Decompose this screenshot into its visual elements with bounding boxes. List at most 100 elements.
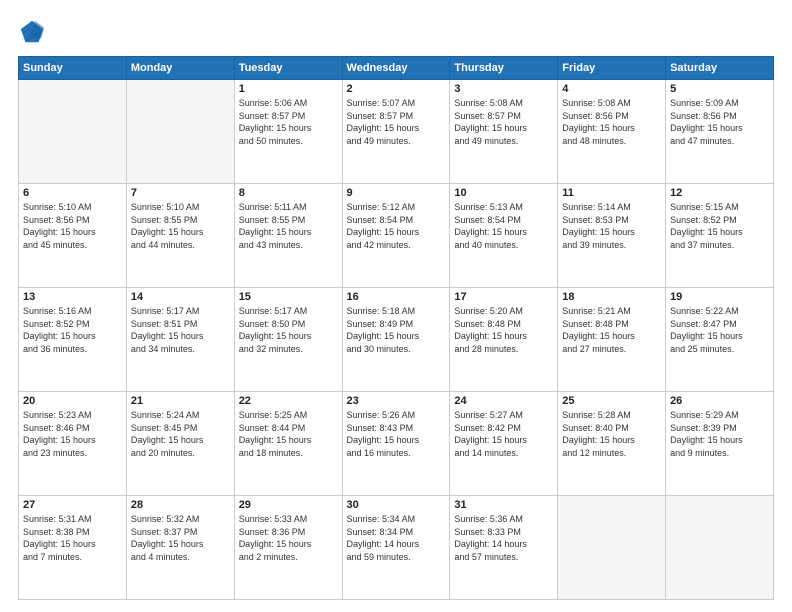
calendar-cell: 7 Sunrise: 5:10 AM Sunset: 8:55 PM Daylig…: [126, 184, 234, 288]
day-number: 24: [454, 395, 553, 407]
calendar-cell: 3 Sunrise: 5:08 AM Sunset: 8:57 PM Daylig…: [450, 80, 558, 184]
calendar-cell: 6Sunrise: 5:10 AM Sunset: 8:56 PM Daylig…: [19, 184, 127, 288]
header: [18, 18, 774, 46]
day-number: 5: [670, 83, 769, 95]
calendar-cell: 22 Sunrise: 5:25 AM Sunset: 8:44 PM Dayli…: [234, 392, 342, 496]
day-number: 20: [23, 395, 122, 407]
day-number: 1: [239, 83, 338, 95]
day-number: 15: [239, 291, 338, 303]
calendar-cell: 29 Sunrise: 5:33 AM Sunset: 8:36 PM Dayli…: [234, 496, 342, 600]
calendar-week-5: 27Sunrise: 5:31 AM Sunset: 8:38 PM Dayli…: [19, 496, 774, 600]
calendar-cell: 27Sunrise: 5:31 AM Sunset: 8:38 PM Dayli…: [19, 496, 127, 600]
day-info: Sunrise: 5:26 AM Sunset: 8:43 PM Dayligh…: [347, 409, 446, 459]
day-info: Sunrise: 5:22 AM Sunset: 8:47 PM Dayligh…: [670, 305, 769, 355]
day-info: Sunrise: 5:10 AM Sunset: 8:56 PM Dayligh…: [23, 201, 122, 251]
calendar-cell: 2 Sunrise: 5:07 AM Sunset: 8:57 PM Daylig…: [342, 80, 450, 184]
day-number: 8: [239, 187, 338, 199]
day-number: 22: [239, 395, 338, 407]
day-number: 29: [239, 499, 338, 511]
calendar-cell: 30 Sunrise: 5:34 AM Sunset: 8:34 PM Dayli…: [342, 496, 450, 600]
calendar-cell: 4 Sunrise: 5:08 AM Sunset: 8:56 PM Daylig…: [558, 80, 666, 184]
calendar-cell: 15 Sunrise: 5:17 AM Sunset: 8:50 PM Dayli…: [234, 288, 342, 392]
day-number: 7: [131, 187, 230, 199]
calendar-cell: [126, 80, 234, 184]
day-info: Sunrise: 5:08 AM Sunset: 8:56 PM Dayligh…: [562, 97, 661, 147]
day-number: 3: [454, 83, 553, 95]
day-info: Sunrise: 5:23 AM Sunset: 8:46 PM Dayligh…: [23, 409, 122, 459]
calendar-cell: 24 Sunrise: 5:27 AM Sunset: 8:42 PM Dayli…: [450, 392, 558, 496]
day-info: Sunrise: 5:21 AM Sunset: 8:48 PM Dayligh…: [562, 305, 661, 355]
calendar-header-thursday: Thursday: [450, 57, 558, 80]
calendar-week-3: 13Sunrise: 5:16 AM Sunset: 8:52 PM Dayli…: [19, 288, 774, 392]
day-info: Sunrise: 5:34 AM Sunset: 8:34 PM Dayligh…: [347, 513, 446, 563]
day-number: 25: [562, 395, 661, 407]
day-info: Sunrise: 5:18 AM Sunset: 8:49 PM Dayligh…: [347, 305, 446, 355]
calendar-cell: 21 Sunrise: 5:24 AM Sunset: 8:45 PM Dayli…: [126, 392, 234, 496]
day-info: Sunrise: 5:17 AM Sunset: 8:50 PM Dayligh…: [239, 305, 338, 355]
day-number: 30: [347, 499, 446, 511]
day-info: Sunrise: 5:06 AM Sunset: 8:57 PM Dayligh…: [239, 97, 338, 147]
calendar-cell: 1 Sunrise: 5:06 AM Sunset: 8:57 PM Daylig…: [234, 80, 342, 184]
day-number: 26: [670, 395, 769, 407]
calendar-cell: [19, 80, 127, 184]
calendar-cell: 8Sunrise: 5:11 AM Sunset: 8:55 PM Daylig…: [234, 184, 342, 288]
day-info: Sunrise: 5:20 AM Sunset: 8:48 PM Dayligh…: [454, 305, 553, 355]
day-info: Sunrise: 5:09 AM Sunset: 8:56 PM Dayligh…: [670, 97, 769, 147]
calendar-cell: 31Sunrise: 5:36 AM Sunset: 8:33 PM Dayli…: [450, 496, 558, 600]
day-info: Sunrise: 5:13 AM Sunset: 8:54 PM Dayligh…: [454, 201, 553, 251]
calendar-cell: 20 Sunrise: 5:23 AM Sunset: 8:46 PM Dayli…: [19, 392, 127, 496]
day-number: 14: [131, 291, 230, 303]
calendar-header-row: SundayMondayTuesdayWednesdayThursdayFrid…: [19, 57, 774, 80]
calendar-cell: 9 Sunrise: 5:12 AM Sunset: 8:54 PM Daylig…: [342, 184, 450, 288]
day-info: Sunrise: 5:12 AM Sunset: 8:54 PM Dayligh…: [347, 201, 446, 251]
calendar-header-tuesday: Tuesday: [234, 57, 342, 80]
calendar-week-2: 6Sunrise: 5:10 AM Sunset: 8:56 PM Daylig…: [19, 184, 774, 288]
calendar-cell: 14Sunrise: 5:17 AM Sunset: 8:51 PM Dayli…: [126, 288, 234, 392]
day-info: Sunrise: 5:31 AM Sunset: 8:38 PM Dayligh…: [23, 513, 122, 563]
day-info: Sunrise: 5:08 AM Sunset: 8:57 PM Dayligh…: [454, 97, 553, 147]
calendar-cell: 28 Sunrise: 5:32 AM Sunset: 8:37 PM Dayli…: [126, 496, 234, 600]
day-info: Sunrise: 5:29 AM Sunset: 8:39 PM Dayligh…: [670, 409, 769, 459]
day-number: 19: [670, 291, 769, 303]
calendar-cell: 26 Sunrise: 5:29 AM Sunset: 8:39 PM Dayli…: [666, 392, 774, 496]
day-number: 31: [454, 499, 553, 511]
day-number: 13: [23, 291, 122, 303]
day-number: 9: [347, 187, 446, 199]
logo: [18, 18, 50, 46]
day-info: Sunrise: 5:24 AM Sunset: 8:45 PM Dayligh…: [131, 409, 230, 459]
day-number: 18: [562, 291, 661, 303]
calendar-header-saturday: Saturday: [666, 57, 774, 80]
day-info: Sunrise: 5:27 AM Sunset: 8:42 PM Dayligh…: [454, 409, 553, 459]
day-number: 10: [454, 187, 553, 199]
day-info: Sunrise: 5:15 AM Sunset: 8:52 PM Dayligh…: [670, 201, 769, 251]
day-info: Sunrise: 5:33 AM Sunset: 8:36 PM Dayligh…: [239, 513, 338, 563]
day-number: 28: [131, 499, 230, 511]
day-info: Sunrise: 5:25 AM Sunset: 8:44 PM Dayligh…: [239, 409, 338, 459]
day-number: 21: [131, 395, 230, 407]
calendar-header-wednesday: Wednesday: [342, 57, 450, 80]
day-info: Sunrise: 5:07 AM Sunset: 8:57 PM Dayligh…: [347, 97, 446, 147]
calendar-cell: [666, 496, 774, 600]
calendar-cell: 12Sunrise: 5:15 AM Sunset: 8:52 PM Dayli…: [666, 184, 774, 288]
calendar: SundayMondayTuesdayWednesdayThursdayFrid…: [18, 56, 774, 600]
day-number: 17: [454, 291, 553, 303]
calendar-week-1: 1 Sunrise: 5:06 AM Sunset: 8:57 PM Daylig…: [19, 80, 774, 184]
calendar-cell: 17 Sunrise: 5:20 AM Sunset: 8:48 PM Dayli…: [450, 288, 558, 392]
calendar-cell: 18 Sunrise: 5:21 AM Sunset: 8:48 PM Dayli…: [558, 288, 666, 392]
calendar-header-monday: Monday: [126, 57, 234, 80]
day-number: 4: [562, 83, 661, 95]
calendar-cell: 25 Sunrise: 5:28 AM Sunset: 8:40 PM Dayli…: [558, 392, 666, 496]
day-info: Sunrise: 5:32 AM Sunset: 8:37 PM Dayligh…: [131, 513, 230, 563]
calendar-cell: 10 Sunrise: 5:13 AM Sunset: 8:54 PM Dayli…: [450, 184, 558, 288]
calendar-header-friday: Friday: [558, 57, 666, 80]
day-info: Sunrise: 5:28 AM Sunset: 8:40 PM Dayligh…: [562, 409, 661, 459]
calendar-cell: 11Sunrise: 5:14 AM Sunset: 8:53 PM Dayli…: [558, 184, 666, 288]
logo-icon: [18, 18, 46, 46]
calendar-week-4: 20 Sunrise: 5:23 AM Sunset: 8:46 PM Dayli…: [19, 392, 774, 496]
day-info: Sunrise: 5:10 AM Sunset: 8:55 PM Dayligh…: [131, 201, 230, 251]
day-number: 2: [347, 83, 446, 95]
calendar-cell: 13Sunrise: 5:16 AM Sunset: 8:52 PM Dayli…: [19, 288, 127, 392]
calendar-cell: 19 Sunrise: 5:22 AM Sunset: 8:47 PM Dayli…: [666, 288, 774, 392]
day-number: 11: [562, 187, 661, 199]
calendar-cell: 5 Sunrise: 5:09 AM Sunset: 8:56 PM Daylig…: [666, 80, 774, 184]
